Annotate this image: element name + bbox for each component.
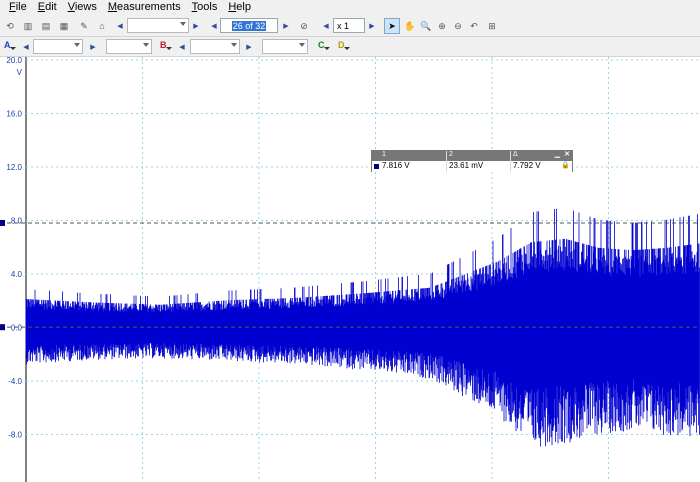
ruler-1-header: 1 xyxy=(382,151,386,158)
ruler-delta-value: 7.792 V 🔒 xyxy=(510,161,572,172)
prev-timebase-icon[interactable]: ◀ xyxy=(114,19,126,33)
channel-d-button[interactable]: D xyxy=(338,40,349,50)
channel-a-button[interactable]: A xyxy=(4,40,15,50)
lock-icon[interactable]: 🔒 xyxy=(561,161,570,169)
buffer-page-value: 26 of 32 xyxy=(231,20,267,31)
buffer-page-field[interactable]: 26 of 32 xyxy=(220,18,278,33)
capture-icon[interactable]: ⟲ xyxy=(2,18,18,34)
menu-views[interactable]: Views xyxy=(68,0,97,15)
y-tick-label: 16.0 xyxy=(6,110,22,119)
zoom-in-step-icon[interactable]: ▶ xyxy=(366,19,378,33)
zoom-overview-icon[interactable]: ⊞ xyxy=(484,18,500,34)
bar-chart-icon[interactable]: ▦ xyxy=(56,18,72,34)
channel-c-label: C xyxy=(318,40,325,50)
zoom-in-icon[interactable]: ⊕ xyxy=(434,18,450,34)
trigger-icon[interactable]: ✎ xyxy=(76,18,92,34)
ruler-delta-value-text: 7.792 V xyxy=(513,161,541,170)
channel-a-prev-icon[interactable]: ◀ xyxy=(20,40,32,54)
menu-bar: File Edit Views Measurements Tools Help xyxy=(0,0,700,15)
channel-b-coupling-dropdown[interactable] xyxy=(262,39,308,54)
menu-edit[interactable]: Edit xyxy=(38,0,57,15)
y-tick-label: -8.0 xyxy=(8,431,22,440)
main-toolbar: ⟲ ▥ ▤ ▦ ✎ ⌂ ◀ ▶ ◀ 26 of 32 ▶ ⊘ ◀ x 1 ▶ ➤… xyxy=(0,15,700,37)
spectrum-icon[interactable]: ▥ xyxy=(20,18,36,34)
ruler-handle-2[interactable] xyxy=(0,324,5,331)
channel-b-prev-icon[interactable]: ◀ xyxy=(176,40,188,54)
channel-b-button[interactable]: B xyxy=(160,40,171,50)
y-tick-label: -4.0 xyxy=(8,377,22,386)
zoom-icon[interactable]: 🔍 xyxy=(418,18,434,34)
channel-a-label: A xyxy=(4,40,11,50)
channel-c-button[interactable]: C xyxy=(318,40,329,50)
menu-tools[interactable]: Tools xyxy=(192,0,218,15)
channel-b-label: B xyxy=(160,40,167,50)
zoom-out-icon[interactable]: ⊖ xyxy=(450,18,466,34)
zoom-out-step-icon[interactable]: ◀ xyxy=(320,19,332,33)
menu-help[interactable]: Help xyxy=(228,0,251,15)
ruler-2-value: 23.61 mV xyxy=(446,161,510,172)
y-tick-label: 8.0 xyxy=(11,217,23,226)
timebase-dropdown[interactable] xyxy=(127,18,189,33)
pointer-icon[interactable]: ➤ xyxy=(384,18,400,34)
y-tick-label: 12.0 xyxy=(6,163,22,172)
home-icon[interactable]: ⌂ xyxy=(94,18,110,34)
prev-buffer-icon[interactable]: ◀ xyxy=(208,19,220,33)
ruler-handle-1[interactable] xyxy=(0,219,5,226)
zoom-value: x 1 xyxy=(337,20,350,31)
y-tick-label: 0.0 xyxy=(11,324,23,333)
channel-b-next-icon[interactable]: ▶ xyxy=(243,40,255,54)
ruler-delta-header-label: Δ xyxy=(513,151,518,158)
channel-d-label: D xyxy=(338,40,345,50)
y-tick-label: 20.0 xyxy=(6,57,22,65)
measurement-ruler-panel[interactable]: 1 2 Δ ▁ ✕ 7.816 V 23.61 mV 7.792 V 🔒 xyxy=(371,150,573,172)
hand-icon[interactable]: ✋ xyxy=(402,18,418,34)
y-unit-label: V xyxy=(17,68,23,77)
menu-measurements[interactable]: Measurements xyxy=(108,0,181,15)
scope-view[interactable]: 20.0 16.0 12.0 8.0 4.0 0.0 -4.0 -8.0 V 1 2 Δ ▁ ✕… xyxy=(0,57,700,482)
channel-a-next-icon[interactable]: ▶ xyxy=(87,40,99,54)
next-buffer-icon[interactable]: ▶ xyxy=(280,19,292,33)
persistence-icon[interactable]: ▤ xyxy=(38,18,54,34)
close-icon[interactable]: ✕ xyxy=(564,150,570,158)
y-tick-label: 4.0 xyxy=(11,270,23,279)
buffer-navigator-icon[interactable]: ⊘ xyxy=(296,18,312,34)
minimize-icon[interactable]: ▁ xyxy=(555,150,560,158)
channel-a-range-dropdown[interactable] xyxy=(33,39,83,54)
scope-plot[interactable]: 20.0 16.0 12.0 8.0 4.0 0.0 -4.0 -8.0 V xyxy=(0,57,700,482)
ruler-1-value: 7.816 V xyxy=(382,161,410,170)
ruler-delta-header: Δ ▁ ✕ xyxy=(510,151,572,161)
ruler-2-header: 2 xyxy=(446,151,510,161)
channel-b-range-dropdown[interactable] xyxy=(190,39,240,54)
menu-file[interactable]: File xyxy=(9,0,27,15)
channel-toolbar: A ◀ ▶ B ◀ ▶ C D xyxy=(0,37,700,57)
next-timebase-icon[interactable]: ▶ xyxy=(190,19,202,33)
undo-zoom-icon[interactable]: ↶ xyxy=(466,18,482,34)
channel-color-swatch xyxy=(374,164,379,169)
zoom-field[interactable]: x 1 xyxy=(333,18,365,33)
channel-a-coupling-dropdown[interactable] xyxy=(106,39,152,54)
